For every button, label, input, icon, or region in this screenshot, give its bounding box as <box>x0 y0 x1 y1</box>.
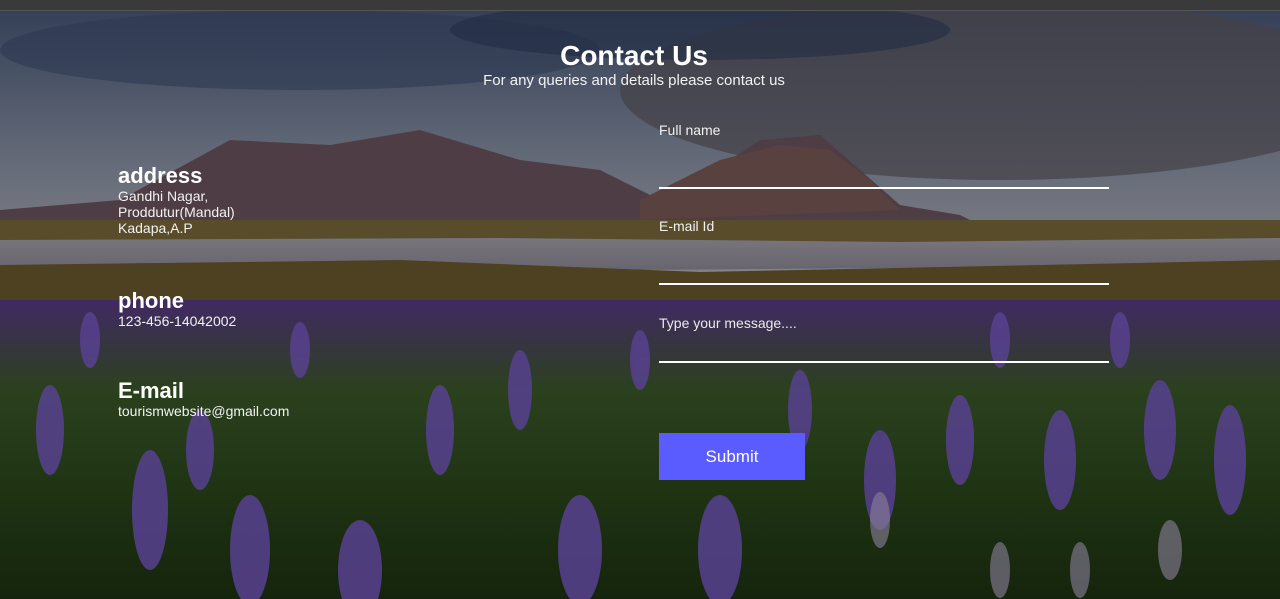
submit-button[interactable]: Submit <box>659 433 805 480</box>
full-name-field: Full name <box>659 122 1109 189</box>
address-line-2: Proddutur(Mandal) <box>118 204 235 220</box>
address-heading: address <box>118 163 203 188</box>
message-textarea[interactable] <box>659 313 1109 363</box>
page-title: Contact Us <box>560 40 708 71</box>
address-block: address Gandhi Nagar, Proddutur(Mandal) … <box>118 163 235 237</box>
address-line-1: Gandhi Nagar, <box>118 188 209 204</box>
email-id-input[interactable] <box>659 249 1109 285</box>
address-lines: Gandhi Nagar, Proddutur(Mandal) Kadapa,A… <box>118 188 235 236</box>
message-field <box>659 313 1109 363</box>
phone-value: 123-456-14042002 <box>118 313 237 329</box>
contact-content: Contact Us For any queries and details p… <box>0 0 1280 599</box>
address-line-3: Kadapa,A.P <box>118 220 193 236</box>
email-block: E-mail tourismwebsite@gmail.com <box>118 378 290 420</box>
contact-page: Contact Us For any queries and details p… <box>0 0 1280 599</box>
phone-heading: phone <box>118 288 184 313</box>
email-id-field: E-mail Id <box>659 218 1109 285</box>
phone-block: phone 123-456-14042002 <box>118 288 237 330</box>
page-subtitle: For any queries and details please conta… <box>483 72 785 89</box>
email-value: tourismwebsite@gmail.com <box>118 403 290 419</box>
full-name-input[interactable] <box>659 153 1109 189</box>
email-id-label: E-mail Id <box>659 218 715 234</box>
email-heading: E-mail <box>118 378 185 403</box>
full-name-label: Full name <box>659 122 721 138</box>
browser-top-strip <box>0 0 1280 11</box>
